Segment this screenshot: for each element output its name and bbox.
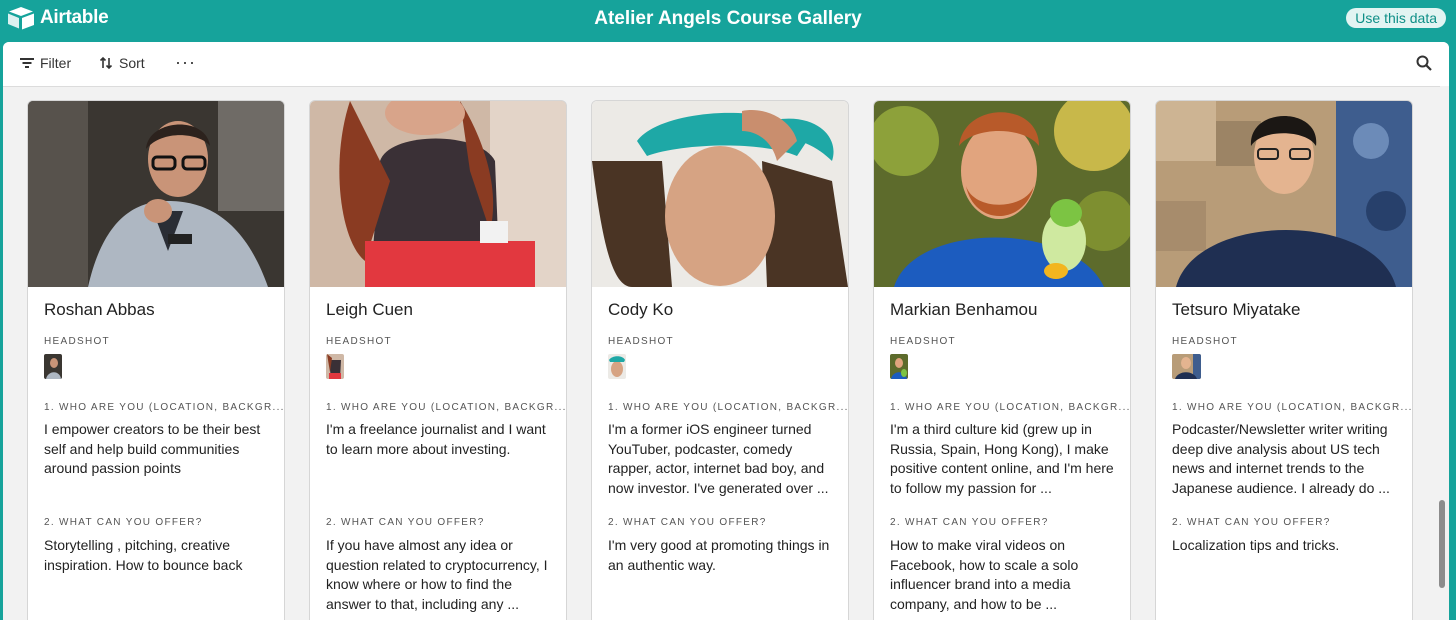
who-field-label: 1. WHO ARE YOU (LOCATION, BACKGR... [326, 402, 567, 413]
offer-field-label: 2. WHAT CAN YOU OFFER? [44, 517, 203, 528]
who-field-value: Podcaster/Newsletter writer writing deep… [1172, 421, 1390, 496]
card-title: Roshan Abbas [44, 300, 155, 319]
scrollbar-thumb[interactable] [1439, 500, 1445, 588]
who-field-value: I empower creators to be their best self… [44, 421, 261, 477]
offer-field-value: How to make viral videos on Facebook, ho… [890, 537, 1079, 612]
headshot-thumbnail[interactable] [44, 354, 62, 379]
use-this-data-button[interactable]: Use this data [1346, 8, 1446, 28]
sort-icon [99, 56, 113, 70]
more-options-button[interactable]: ··· [175, 52, 196, 73]
offer-field-value: I'm very good at promoting things in an … [608, 537, 830, 573]
headshot-thumbnail[interactable] [608, 354, 626, 379]
who-field-label: 1. WHO ARE YOU (LOCATION, BACKGR... [44, 402, 285, 413]
gallery-panel: Filter Sort ··· Roshan Abbas HEADSHOT 1.… [3, 42, 1449, 620]
gallery-card[interactable]: Markian Benhamou HEADSHOT 1. WHO ARE YOU… [873, 100, 1131, 620]
offer-field-label: 2. WHAT CAN YOU OFFER? [326, 517, 485, 528]
who-field-label: 1. WHO ARE YOU (LOCATION, BACKGR... [890, 402, 1131, 413]
headshot-photo [28, 101, 284, 287]
headshot-photo [592, 101, 848, 287]
headshot-field-label: HEADSHOT [608, 336, 674, 347]
offer-field-label: 2. WHAT CAN YOU OFFER? [608, 517, 767, 528]
gallery-card[interactable]: Roshan Abbas HEADSHOT 1. WHO ARE YOU (LO… [27, 100, 285, 620]
search-icon [1416, 55, 1432, 71]
filter-label: Filter [40, 55, 72, 71]
card-title: Cody Ko [608, 300, 674, 319]
headshot-field-label: HEADSHOT [1172, 336, 1238, 347]
sort-button[interactable]: Sort [99, 55, 145, 71]
headshot-photo [874, 101, 1130, 287]
who-field-value: I'm a former iOS engineer turned YouTube… [608, 421, 829, 496]
filter-button[interactable]: Filter [20, 55, 71, 71]
view-toolbar: Filter Sort ··· [3, 42, 1449, 87]
top-bar: Airtable Atelier Angels Course Gallery U… [0, 0, 1456, 42]
offer-field-label: 2. WHAT CAN YOU OFFER? [1172, 517, 1331, 528]
page-title: Atelier Angels Course Gallery [594, 8, 862, 29]
filter-icon [20, 58, 34, 68]
offer-field-label: 2. WHAT CAN YOU OFFER? [890, 517, 1049, 528]
headshot-field-label: HEADSHOT [44, 336, 110, 347]
card-title: Tetsuro Miyatake [1172, 300, 1301, 319]
card-title: Markian Benhamou [890, 300, 1038, 319]
who-field-label: 1. WHO ARE YOU (LOCATION, BACKGR... [1172, 402, 1413, 413]
sort-label: Sort [119, 55, 145, 71]
gallery-card[interactable]: Leigh Cuen HEADSHOT 1. WHO ARE YOU (LOCA… [309, 100, 567, 620]
headshot-photo [310, 101, 566, 287]
offer-field-value: If you have almost any idea or question … [326, 537, 548, 612]
who-field-label: 1. WHO ARE YOU (LOCATION, BACKGR... [608, 402, 849, 413]
who-field-value: I'm a third culture kid (grew up in Russ… [890, 421, 1114, 496]
headshot-field-label: HEADSHOT [326, 336, 392, 347]
gallery-card[interactable]: Cody Ko HEADSHOT 1. WHO ARE YOU (LOCATIO… [591, 100, 849, 620]
gallery-card[interactable]: Tetsuro Miyatake HEADSHOT 1. WHO ARE YOU… [1155, 100, 1413, 620]
headshot-field-label: HEADSHOT [890, 336, 956, 347]
offer-field-value: Localization tips and tricks. [1172, 537, 1340, 553]
headshot-photo [1156, 101, 1412, 287]
search-button[interactable] [1416, 55, 1432, 76]
offer-field-value: Storytelling , pitching, creative inspir… [44, 537, 243, 573]
headshot-thumbnail[interactable] [890, 354, 908, 379]
headshot-thumbnail[interactable] [326, 354, 344, 379]
headshot-thumbnail[interactable] [1172, 354, 1201, 379]
card-title: Leigh Cuen [326, 300, 413, 319]
who-field-value: I'm a freelance journalist and I want to… [326, 421, 546, 457]
